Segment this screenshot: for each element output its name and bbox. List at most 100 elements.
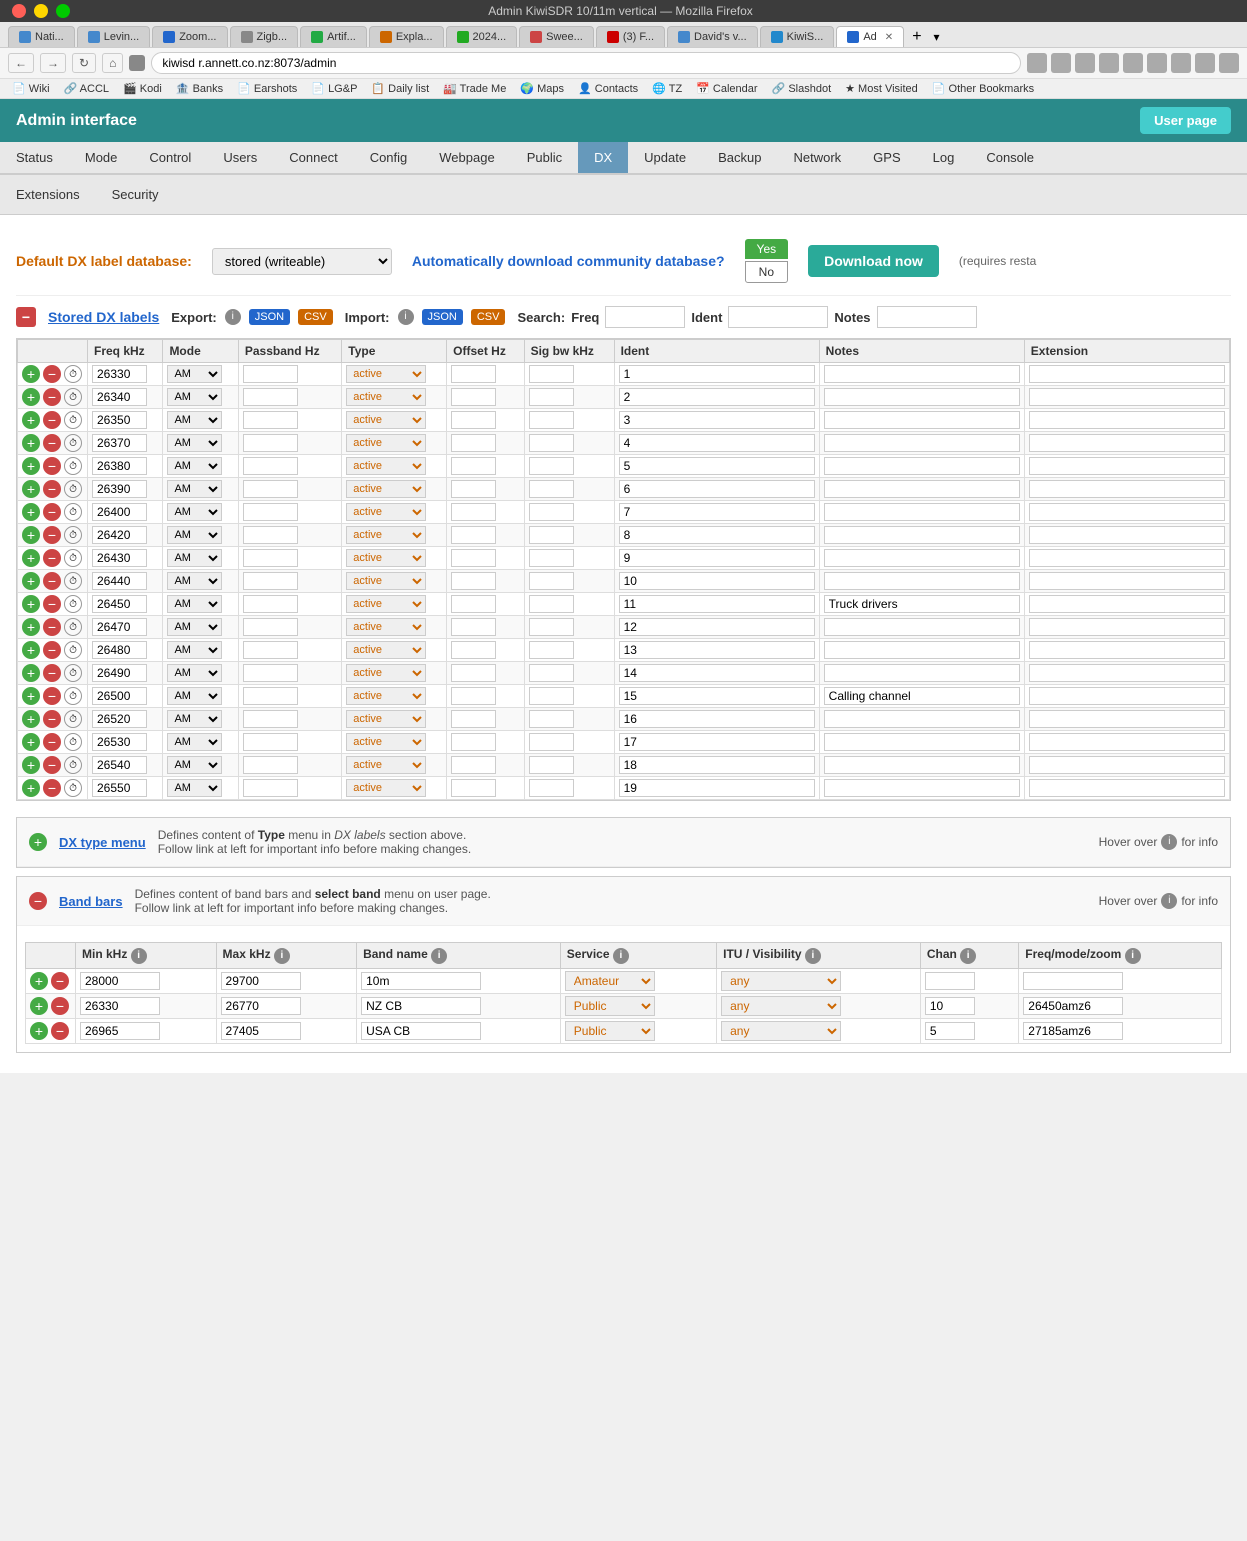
ext-input[interactable] [1029, 595, 1225, 613]
passband-input[interactable] [243, 480, 298, 498]
band-max-input[interactable] [221, 972, 301, 990]
notes-input[interactable] [824, 526, 1020, 544]
ext-input[interactable] [1029, 779, 1225, 797]
del-row-btn[interactable]: − [43, 549, 61, 567]
freq-input[interactable] [92, 595, 147, 613]
tab-artif[interactable]: Artif... [300, 26, 367, 47]
notes-input[interactable] [824, 664, 1020, 682]
passband-input[interactable] [243, 365, 298, 383]
nav-icon-3[interactable] [1075, 53, 1095, 73]
tab-update[interactable]: Update [628, 142, 702, 173]
dx-type-menu-title[interactable]: DX type menu [59, 835, 146, 850]
add-row-btn[interactable]: + [22, 618, 40, 636]
clock-btn[interactable]: ⏱ [64, 365, 82, 383]
offset-input[interactable] [451, 756, 496, 774]
clock-btn[interactable]: ⏱ [64, 549, 82, 567]
sigbw-input[interactable] [529, 480, 574, 498]
freq-input[interactable] [92, 503, 147, 521]
bookmark-lgp[interactable]: 📄 LG&P [307, 81, 361, 96]
passband-input[interactable] [243, 503, 298, 521]
band-name-input[interactable] [361, 1022, 481, 1040]
sigbw-input[interactable] [529, 710, 574, 728]
tab-backup[interactable]: Backup [702, 142, 777, 173]
passband-input[interactable] [243, 595, 298, 613]
sigbw-input[interactable] [529, 595, 574, 613]
tab-network[interactable]: Network [777, 142, 857, 173]
sigbw-input[interactable] [529, 457, 574, 475]
notes-input[interactable] [824, 457, 1020, 475]
sigbw-input[interactable] [529, 618, 574, 636]
freq-input[interactable] [92, 549, 147, 567]
freq-input[interactable] [92, 411, 147, 429]
band-bars-info-icon[interactable]: i [1161, 893, 1177, 909]
type-select[interactable]: active inactive ham utilities [346, 733, 426, 751]
tab-status[interactable]: Status [0, 142, 69, 173]
sigbw-input[interactable] [529, 572, 574, 590]
type-select[interactable]: active inactive ham utilities [346, 641, 426, 659]
mode-select[interactable]: AM USBLSBCWNBFMWBFM [167, 779, 222, 797]
freq-input[interactable] [92, 618, 147, 636]
clock-btn[interactable]: ⏱ [64, 595, 82, 613]
band-max-input[interactable] [221, 1022, 301, 1040]
ident-input[interactable] [619, 457, 815, 475]
ext-input[interactable] [1029, 710, 1225, 728]
mode-select[interactable]: AM USBLSBCWNBFMWBFM [167, 756, 222, 774]
freq-input[interactable] [92, 457, 147, 475]
type-select[interactable]: active inactive ham utilities [346, 687, 426, 705]
sigbw-input[interactable] [529, 664, 574, 682]
tab-2024[interactable]: 2024... [446, 26, 518, 47]
mode-select[interactable]: AM USBLSBCWNBFMWBFM [167, 618, 222, 636]
type-select[interactable]: active inactive ham utilities [346, 365, 426, 383]
tab-dx[interactable]: DX [578, 142, 628, 173]
band-max-input[interactable] [221, 997, 301, 1015]
add-row-btn[interactable]: + [22, 549, 40, 567]
chan-info-icon[interactable]: i [960, 948, 976, 964]
ident-input[interactable] [619, 618, 815, 636]
add-row-btn[interactable]: + [22, 779, 40, 797]
tab-webpage[interactable]: Webpage [423, 142, 510, 173]
bookmark-slashdot[interactable]: 🔗 Slashdot [768, 81, 836, 96]
band-min-input[interactable] [80, 997, 160, 1015]
ext-input[interactable] [1029, 664, 1225, 682]
mode-select[interactable]: AM USBLSBCWNBFMWBFM [167, 664, 222, 682]
ident-input[interactable] [619, 503, 815, 521]
type-select[interactable]: active inactive ham utilities [346, 664, 426, 682]
yes-btn[interactable]: Yes [745, 239, 789, 259]
export-info-icon[interactable]: i [225, 309, 241, 325]
user-page-button[interactable]: User page [1140, 107, 1231, 134]
expand-dx-type-btn[interactable]: + [29, 833, 47, 851]
tab-console[interactable]: Console [970, 142, 1050, 173]
offset-input[interactable] [451, 733, 496, 751]
new-tab-btn[interactable]: + [906, 28, 927, 46]
bookmark-wiki[interactable]: 📄 Wiki [8, 81, 54, 96]
passband-input[interactable] [243, 618, 298, 636]
clock-btn[interactable]: ⏱ [64, 779, 82, 797]
forward-btn[interactable]: → [40, 53, 66, 73]
stored-dx-title[interactable]: Stored DX labels [48, 309, 159, 325]
add-row-btn[interactable]: + [22, 388, 40, 406]
tab-kiwis[interactable]: KiwiS... [760, 26, 835, 47]
add-row-btn[interactable]: + [22, 434, 40, 452]
bookmark-calendar[interactable]: 📅 Calendar [692, 81, 761, 96]
mode-select[interactable]: AM USBLSBCWNBFMWBFM [167, 480, 222, 498]
passband-input[interactable] [243, 710, 298, 728]
freq-input[interactable] [92, 388, 147, 406]
del-row-btn[interactable]: − [43, 503, 61, 521]
nav-icon-4[interactable] [1099, 53, 1119, 73]
type-select[interactable]: active inactive ham utilities [346, 526, 426, 544]
add-row-btn[interactable]: + [22, 687, 40, 705]
minimize-btn[interactable] [34, 4, 48, 18]
close-btn[interactable] [12, 4, 26, 18]
bookmark-maps[interactable]: 🌍 Maps [516, 81, 568, 96]
type-select[interactable]: active inactive ham utilities [346, 480, 426, 498]
tab-users[interactable]: Users [207, 142, 273, 173]
del-row-btn[interactable]: − [43, 411, 61, 429]
max-info-icon[interactable]: i [274, 948, 290, 964]
offset-input[interactable] [451, 595, 496, 613]
tab-mode[interactable]: Mode [69, 142, 134, 173]
add-row-btn[interactable]: + [22, 710, 40, 728]
freq-search-input[interactable] [605, 306, 685, 328]
freq-input[interactable] [92, 756, 147, 774]
bookmark-earshots[interactable]: 📄 Earshots [233, 81, 301, 96]
chan-input[interactable] [925, 1022, 975, 1040]
